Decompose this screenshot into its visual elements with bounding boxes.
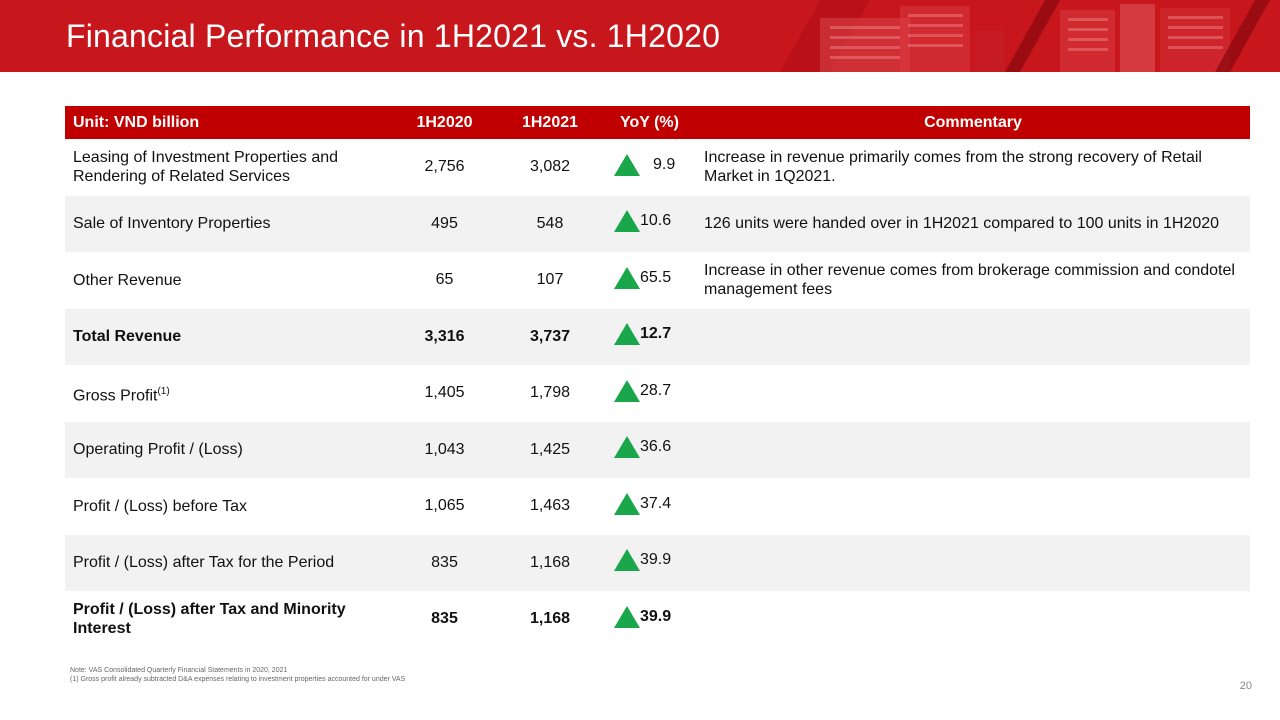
value-1h2021: 1,168 [529, 610, 571, 628]
commentary-text [696, 308, 1250, 365]
up-arrow-icon [614, 210, 640, 233]
value-1h2021: 3,737 [497, 308, 603, 365]
row-item-label: Leasing of Investment Properties and Ren… [73, 149, 339, 186]
up-arrow-icon [614, 605, 640, 628]
city-buildings-graphic [780, 0, 1270, 72]
commentary-text [696, 478, 1250, 535]
header-commentary: Commentary [696, 106, 1250, 139]
up-arrow-icon [614, 323, 640, 346]
value-1h2021: 1,798 [529, 384, 571, 402]
source-note: Note: VAS Consolidated Quarterly Financi… [70, 667, 288, 674]
page-number: 20 [1239, 680, 1252, 692]
page-title: Financial Performance in 1H2021 vs. 1H20… [66, 18, 721, 54]
row-item-label: Profit / (Loss) after Tax and Minority I… [73, 601, 346, 638]
footnotes: Note: VAS Consolidated Quarterly Financi… [70, 666, 405, 684]
commentary-text [696, 591, 1250, 648]
commentary-text: Increase in revenue primarily comes from… [704, 149, 1202, 186]
slide-header: Financial Performance in 1H2021 vs. 1H20… [0, 0, 1280, 72]
table-row-total: Profit / (Loss) after Tax and Minority I… [65, 591, 1250, 648]
header-yoy: YoY (%) [603, 106, 696, 139]
value-1h2020: 835 [392, 534, 497, 591]
yoy-value: 39.9 [640, 607, 672, 625]
yoy-cell: 10.6 [603, 195, 696, 252]
yoy-value: 9.9 [653, 155, 676, 173]
row-item-label: Other Revenue [73, 271, 182, 289]
value-1h2021: 1,463 [529, 497, 571, 515]
commentary-text [696, 365, 1250, 422]
footnote-marker: (1) [157, 385, 170, 397]
yoy-value: 37.4 [640, 494, 672, 512]
commentary-text: 126 units were handed over in 1H2021 com… [696, 195, 1250, 252]
up-arrow-icon [614, 153, 640, 176]
table-row: Profit / (Loss) after Tax for the Period… [65, 534, 1250, 591]
up-arrow-icon [614, 266, 640, 289]
yoy-value: 28.7 [640, 381, 672, 399]
value-1h2020: 1,405 [424, 384, 465, 402]
table-row: Profit / (Loss) before Tax 1,065 1,463 3… [65, 478, 1250, 535]
row-item-label: Profit / (Loss) before Tax [73, 497, 247, 515]
value-1h2020: 2,756 [424, 158, 465, 176]
yoy-cell: 28.7 [603, 365, 696, 422]
financial-performance-table: Unit: VND billion 1H2020 1H2021 YoY (%) … [65, 106, 1250, 648]
value-1h2020: 1,065 [424, 497, 465, 515]
value-1h2020: 3,316 [392, 308, 497, 365]
value-1h2021: 107 [536, 271, 564, 289]
table-row: Leasing of Investment Properties and Ren… [65, 139, 1250, 196]
header-1h2020: 1H2020 [392, 106, 497, 139]
value-1h2020: 835 [431, 610, 458, 628]
yoy-cell: 39.9 [603, 534, 696, 591]
row-item-label: Sale of Inventory Properties [65, 195, 392, 252]
gross-profit-footnote: (1) Gross profit already subtracted D&A … [70, 676, 406, 683]
row-item-label: Total Revenue [65, 308, 392, 365]
value-1h2021: 548 [497, 195, 603, 252]
yoy-cell: 39.9 [603, 591, 696, 648]
yoy-value: 36.6 [640, 438, 672, 456]
header-unit: Unit: VND billion [65, 106, 392, 139]
up-arrow-icon [614, 379, 640, 402]
yoy-cell: 65.5 [603, 252, 696, 309]
table-row: Other Revenue 65 107 65.5 Increase in ot… [65, 252, 1250, 309]
yoy-cell: 12.7 [603, 308, 696, 365]
value-1h2020: 65 [435, 271, 454, 289]
row-item-label: Operating Profit / (Loss) [65, 421, 392, 478]
table-row: Sale of Inventory Properties 495 548 10.… [65, 195, 1250, 252]
value-1h2020: 1,043 [392, 421, 497, 478]
table-header-row: Unit: VND billion 1H2020 1H2021 YoY (%) … [65, 106, 1250, 139]
table-row: Gross Profit(1) 1,405 1,798 28.7 [65, 365, 1250, 422]
yoy-cell: 9.9 [603, 139, 696, 196]
commentary-text: Increase in other revenue comes from bro… [704, 262, 1235, 299]
yoy-value: 10.6 [640, 212, 672, 230]
yoy-value: 65.5 [640, 268, 672, 286]
table-row-total: Total Revenue 3,316 3,737 12.7 [65, 308, 1250, 365]
yoy-value: 12.7 [640, 325, 672, 343]
value-1h2021: 3,082 [529, 158, 571, 176]
commentary-text [696, 534, 1250, 591]
value-1h2021: 1,425 [497, 421, 603, 478]
row-item-label-cell: Gross Profit(1) [65, 365, 392, 422]
yoy-cell: 37.4 [603, 478, 696, 535]
value-1h2021: 1,168 [497, 534, 603, 591]
up-arrow-icon [614, 492, 640, 515]
value-1h2020: 495 [392, 195, 497, 252]
commentary-text [696, 421, 1250, 478]
up-arrow-icon [614, 436, 640, 459]
yoy-cell: 36.6 [603, 421, 696, 478]
row-item-label: Gross Profit [73, 386, 158, 404]
header-1h2021: 1H2021 [497, 106, 603, 139]
row-item-label: Profit / (Loss) after Tax for the Period [65, 534, 392, 591]
up-arrow-icon [614, 549, 640, 572]
yoy-value: 39.9 [640, 551, 672, 569]
table-row: Operating Profit / (Loss) 1,043 1,425 36… [65, 421, 1250, 478]
